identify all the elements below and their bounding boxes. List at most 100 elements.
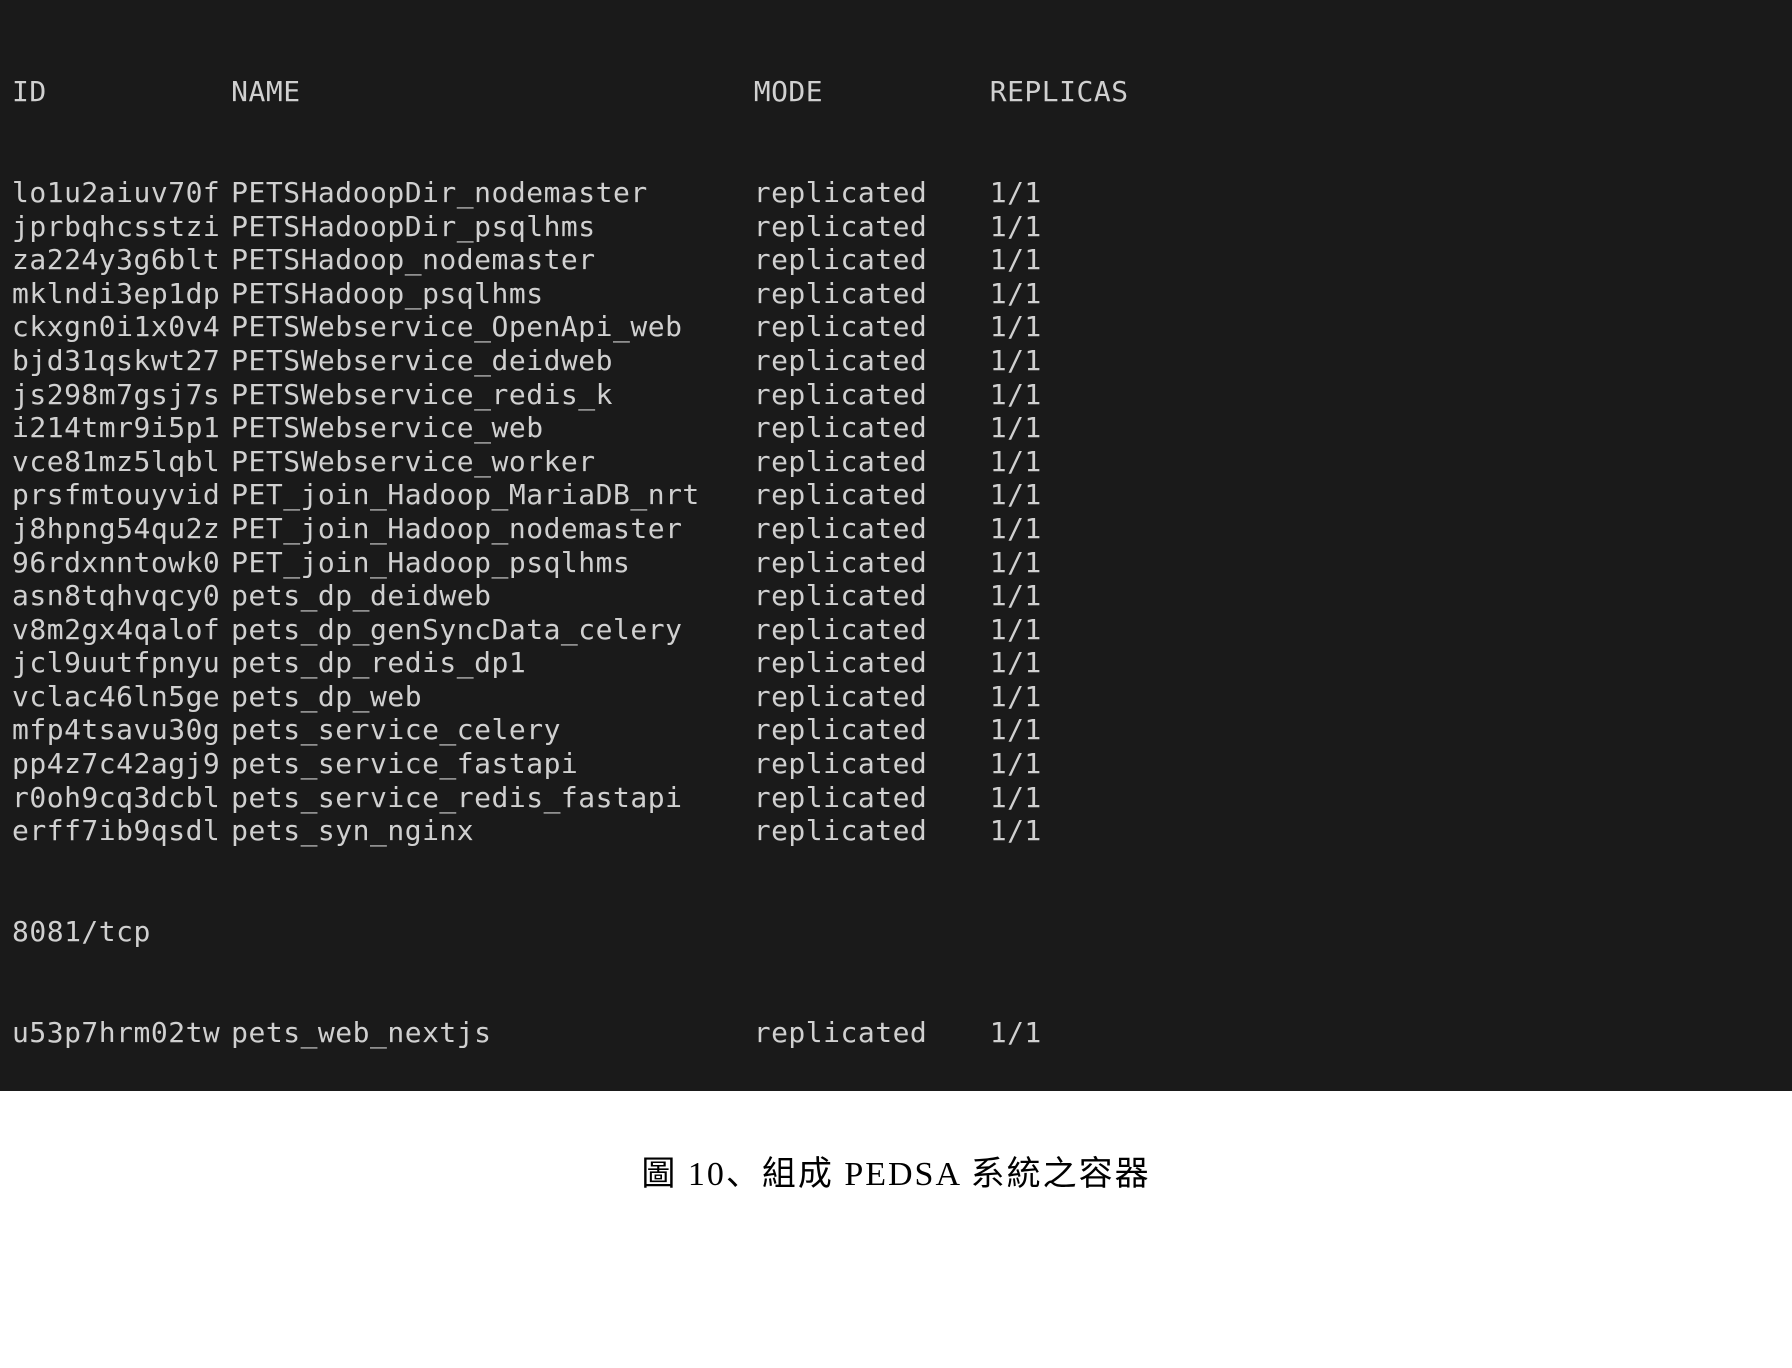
cell-mode: replicated [754, 579, 990, 613]
cell-mode: replicated [754, 411, 990, 445]
cell-mode: replicated [754, 378, 990, 412]
cell-id: r0oh9cq3dcbl [12, 781, 231, 815]
cell-id: v8m2gx4qalof [12, 613, 231, 647]
cell-mode: replicated [754, 344, 990, 378]
cell-mode: replicated [754, 1016, 990, 1050]
cell-name: PETSWebservice_OpenApi_web [231, 310, 754, 344]
cell-id: vce81mz5lqbl [12, 445, 231, 479]
cell-id: i214tmr9i5p1 [12, 411, 231, 445]
table-row: vce81mz5lqblPETSWebservice_workerreplica… [12, 445, 1780, 479]
cell-replicas: 1/1 [990, 176, 1042, 210]
cell-name: pets_dp_web [231, 680, 754, 714]
cell-replicas: 1/1 [990, 512, 1042, 546]
cell-mode: replicated [754, 814, 990, 848]
cell-name: PET_join_Hadoop_nodemaster [231, 512, 754, 546]
cell-id: mklndi3ep1dp [12, 277, 231, 311]
table-row: erff7ib9qsdlpets_syn_nginxreplicated1/1 [12, 814, 1780, 848]
cell-name: PETSWebservice_redis_k [231, 378, 754, 412]
cell-id: jcl9uutfpnyu [12, 646, 231, 680]
cell-mode: replicated [754, 176, 990, 210]
header-id: ID [12, 75, 231, 109]
cell-mode: replicated [754, 478, 990, 512]
cell-id: ckxgn0i1x0v4 [12, 310, 231, 344]
table-row: 96rdxnntowk0PET_join_Hadoop_psqlhmsrepli… [12, 546, 1780, 580]
table-row: r0oh9cq3dcblpets_service_redis_fastapire… [12, 781, 1780, 815]
cell-replicas: 1/1 [990, 210, 1042, 244]
cell-mode: replicated [754, 680, 990, 714]
table-row: i214tmr9i5p1PETSWebservice_webreplicated… [12, 411, 1780, 445]
cell-replicas: 1/1 [990, 1016, 1042, 1050]
cell-mode: replicated [754, 713, 990, 747]
cell-id: za224y3g6blt [12, 243, 231, 277]
cell-name: PETSWebservice_deidweb [231, 344, 754, 378]
cell-replicas: 1/1 [990, 613, 1042, 647]
table-row: u53p7hrm02twpets_web_nextjsreplicated1/1 [12, 1016, 1780, 1050]
cell-id: js298m7gsj7s [12, 378, 231, 412]
cell-id: jprbqhcsstzi [12, 210, 231, 244]
cell-name: PETSHadoop_psqlhms [231, 277, 754, 311]
table-row: jcl9uutfpnyupets_dp_redis_dp1replicated1… [12, 646, 1780, 680]
cell-name: PET_join_Hadoop_MariaDB_nrt [231, 478, 754, 512]
cell-mode: replicated [754, 277, 990, 311]
cell-replicas: 1/1 [990, 713, 1042, 747]
cell-name: PETSHadoopDir_psqlhms [231, 210, 754, 244]
cell-replicas: 1/1 [990, 579, 1042, 613]
cell-name: pets_dp_deidweb [231, 579, 754, 613]
cell-replicas: 1/1 [990, 310, 1042, 344]
cell-replicas: 1/1 [990, 277, 1042, 311]
cell-mode: replicated [754, 613, 990, 647]
cell-id: vclac46ln5ge [12, 680, 231, 714]
cell-id: bjd31qskwt27 [12, 344, 231, 378]
cell-replicas: 1/1 [990, 478, 1042, 512]
table-row: js298m7gsj7sPETSWebservice_redis_kreplic… [12, 378, 1780, 412]
table-row: lo1u2aiuv70fPETSHadoopDir_nodemasterrepl… [12, 176, 1780, 210]
cell-replicas: 1/1 [990, 680, 1042, 714]
cell-mode: replicated [754, 210, 990, 244]
cell-mode: replicated [754, 445, 990, 479]
cell-mode: replicated [754, 646, 990, 680]
cell-replicas: 1/1 [990, 814, 1042, 848]
cell-id: prsfmtouyvid [12, 478, 231, 512]
cell-id: pp4z7c42agj9 [12, 747, 231, 781]
cell-id: erff7ib9qsdl [12, 814, 231, 848]
cell-name: PETSWebservice_web [231, 411, 754, 445]
cell-name: pets_web_nextjs [231, 1016, 754, 1050]
cell-replicas: 1/1 [990, 747, 1042, 781]
cell-name: PETSHadoopDir_nodemaster [231, 176, 754, 210]
cell-name: pets_service_redis_fastapi [231, 781, 754, 815]
cell-replicas: 1/1 [990, 411, 1042, 445]
table-row: mfp4tsavu30gpets_service_celeryreplicate… [12, 713, 1780, 747]
cell-id: 96rdxnntowk0 [12, 546, 231, 580]
table-row: pp4z7c42agj9pets_service_fastapireplicat… [12, 747, 1780, 781]
cell-replicas: 1/1 [990, 344, 1042, 378]
cell-mode: replicated [754, 781, 990, 815]
table-row: v8m2gx4qalofpets_dp_genSyncData_celeryre… [12, 613, 1780, 647]
cell-id: u53p7hrm02tw [12, 1016, 231, 1050]
table-row: za224y3g6bltPETSHadoop_nodemasterreplica… [12, 243, 1780, 277]
wrapped-port-line: 8081/tcp [12, 915, 1780, 949]
table-row: mklndi3ep1dpPETSHadoop_psqlhmsreplicated… [12, 277, 1780, 311]
cell-replicas: 1/1 [990, 243, 1042, 277]
header-name: NAME [231, 75, 754, 109]
table-row: prsfmtouyvidPET_join_Hadoop_MariaDB_nrtr… [12, 478, 1780, 512]
table-row: asn8tqhvqcy0pets_dp_deidwebreplicated1/1 [12, 579, 1780, 613]
cell-replicas: 1/1 [990, 378, 1042, 412]
cell-mode: replicated [754, 747, 990, 781]
cell-name: pets_dp_genSyncData_celery [231, 613, 754, 647]
table-row: j8hpng54qu2zPET_join_Hadoop_nodemasterre… [12, 512, 1780, 546]
table-row: vclac46ln5gepets_dp_webreplicated1/1 [12, 680, 1780, 714]
cell-name: pets_syn_nginx [231, 814, 754, 848]
cell-name: pets_service_fastapi [231, 747, 754, 781]
cell-name: pets_service_celery [231, 713, 754, 747]
cell-mode: replicated [754, 546, 990, 580]
cell-replicas: 1/1 [990, 445, 1042, 479]
header-mode: MODE [754, 75, 990, 109]
cell-id: j8hpng54qu2z [12, 512, 231, 546]
cell-mode: replicated [754, 512, 990, 546]
cell-id: mfp4tsavu30g [12, 713, 231, 747]
cell-mode: replicated [754, 243, 990, 277]
cell-id: asn8tqhvqcy0 [12, 579, 231, 613]
cell-name: PETSHadoop_nodemaster [231, 243, 754, 277]
table-row: ckxgn0i1x0v4PETSWebservice_OpenApi_webre… [12, 310, 1780, 344]
cell-id: lo1u2aiuv70f [12, 176, 231, 210]
